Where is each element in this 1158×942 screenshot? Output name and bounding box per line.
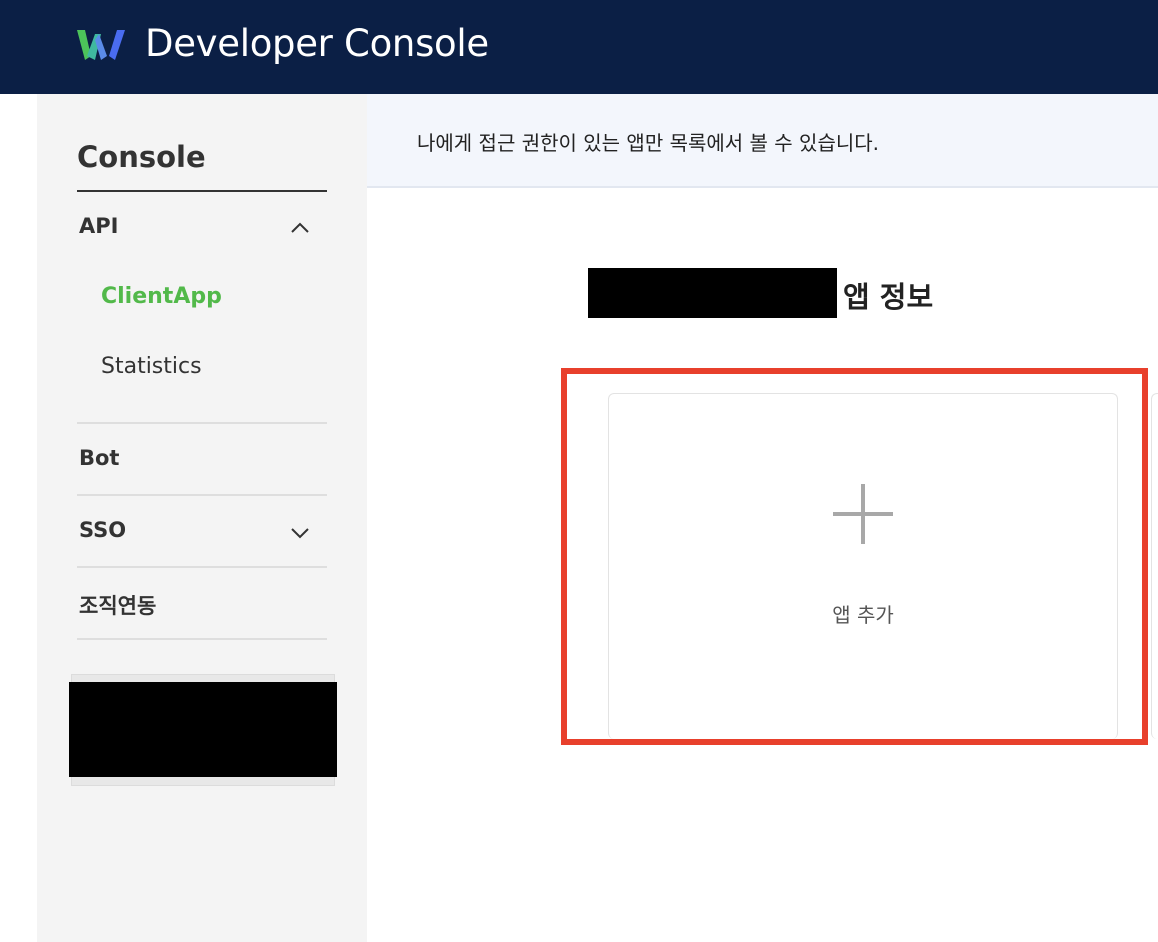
sidebar-item-api[interactable]: API bbox=[79, 214, 118, 238]
sidebar: Console API ClientApp Statistics Bot SSO… bbox=[37, 94, 367, 942]
top-header: Developer Console bbox=[0, 0, 1158, 94]
chevron-up-icon[interactable] bbox=[290, 220, 310, 234]
highlight-frame bbox=[561, 368, 1148, 745]
divider bbox=[77, 422, 327, 424]
redacted-app-name bbox=[588, 268, 837, 318]
divider bbox=[77, 494, 327, 496]
sidebar-item-bot[interactable]: Bot bbox=[79, 446, 119, 470]
divider bbox=[77, 638, 327, 640]
divider bbox=[77, 190, 327, 192]
app-card[interactable] bbox=[1151, 393, 1158, 739]
app-info-heading: 앱 정보 bbox=[843, 280, 934, 314]
redacted-block bbox=[69, 682, 337, 777]
notice-banner: 나에게 접근 권한이 있는 앱만 목록에서 볼 수 있습니다. bbox=[367, 94, 1158, 188]
sidebar-item-clientapp[interactable]: ClientApp bbox=[101, 284, 222, 309]
notice-text: 나에게 접근 권한이 있는 앱만 목록에서 볼 수 있습니다. bbox=[417, 131, 880, 155]
works-logo-icon[interactable] bbox=[75, 26, 127, 64]
sidebar-item-sso[interactable]: SSO bbox=[79, 518, 126, 542]
sidebar-title: Console bbox=[77, 140, 206, 174]
sidebar-item-org-sync[interactable]: 조직연동 bbox=[79, 590, 156, 620]
chevron-down-icon[interactable] bbox=[290, 526, 310, 540]
app-title: Developer Console bbox=[145, 22, 489, 65]
divider bbox=[77, 566, 327, 568]
sidebar-item-statistics[interactable]: Statistics bbox=[101, 354, 202, 379]
